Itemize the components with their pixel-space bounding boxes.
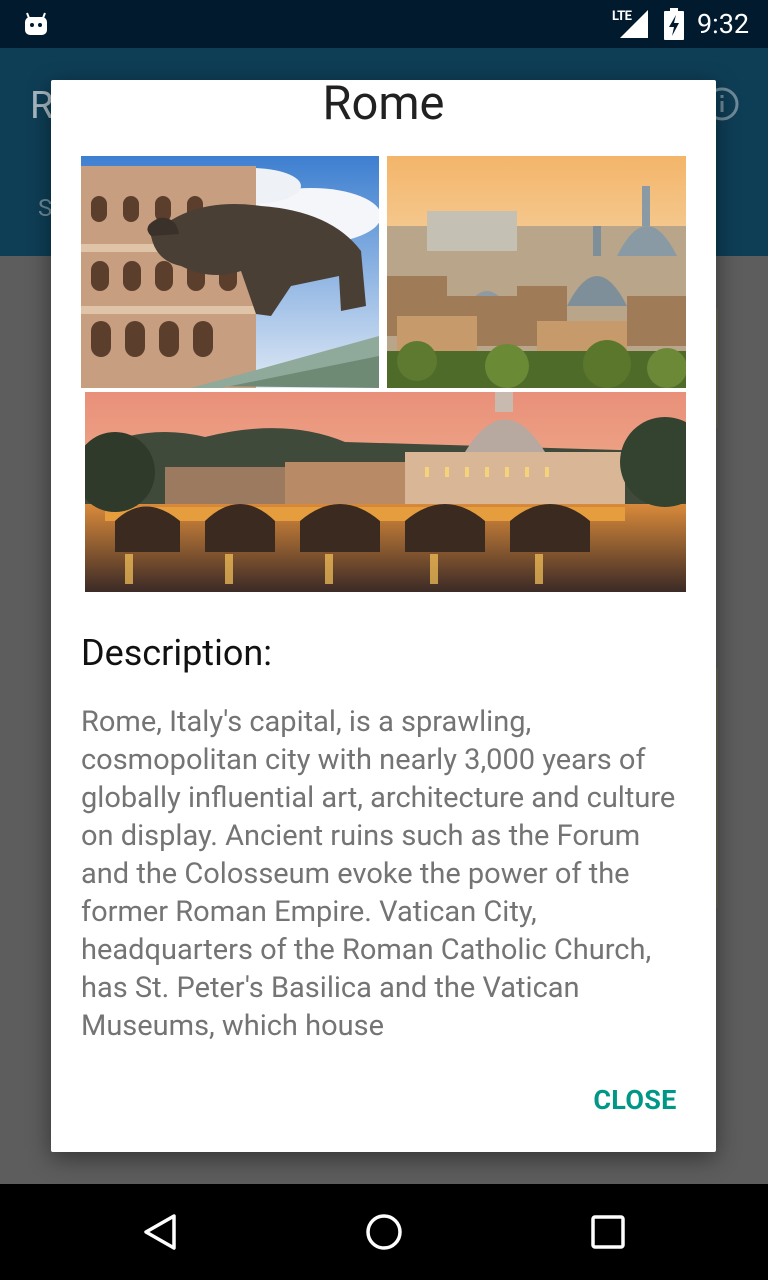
app-title: R xyxy=(30,84,54,128)
city-dialog: Rome Description: Rome, Italy's capital,… xyxy=(51,80,716,1152)
status-bar: LTE 9:32 xyxy=(0,0,768,48)
rome-skyline-photo xyxy=(387,156,686,388)
dialog-title: Rome xyxy=(322,80,445,131)
close-button[interactable]: CLOSE xyxy=(571,1076,699,1124)
android-debug-icon xyxy=(25,12,47,35)
description-text: Rome, Italy's capital, is a sprawling, c… xyxy=(81,705,676,1039)
recents-icon[interactable] xyxy=(584,1208,632,1256)
signal-icon xyxy=(620,10,648,38)
tiber-bridge-photo xyxy=(85,392,686,592)
colosseum-wolf-photo xyxy=(81,156,379,388)
back-icon[interactable] xyxy=(136,1208,184,1256)
home-icon[interactable] xyxy=(360,1208,408,1256)
clock: 9:32 xyxy=(697,8,750,40)
battery-charging-icon xyxy=(664,8,684,40)
navigation-bar xyxy=(0,1184,768,1280)
description-heading: Description: xyxy=(81,632,272,674)
